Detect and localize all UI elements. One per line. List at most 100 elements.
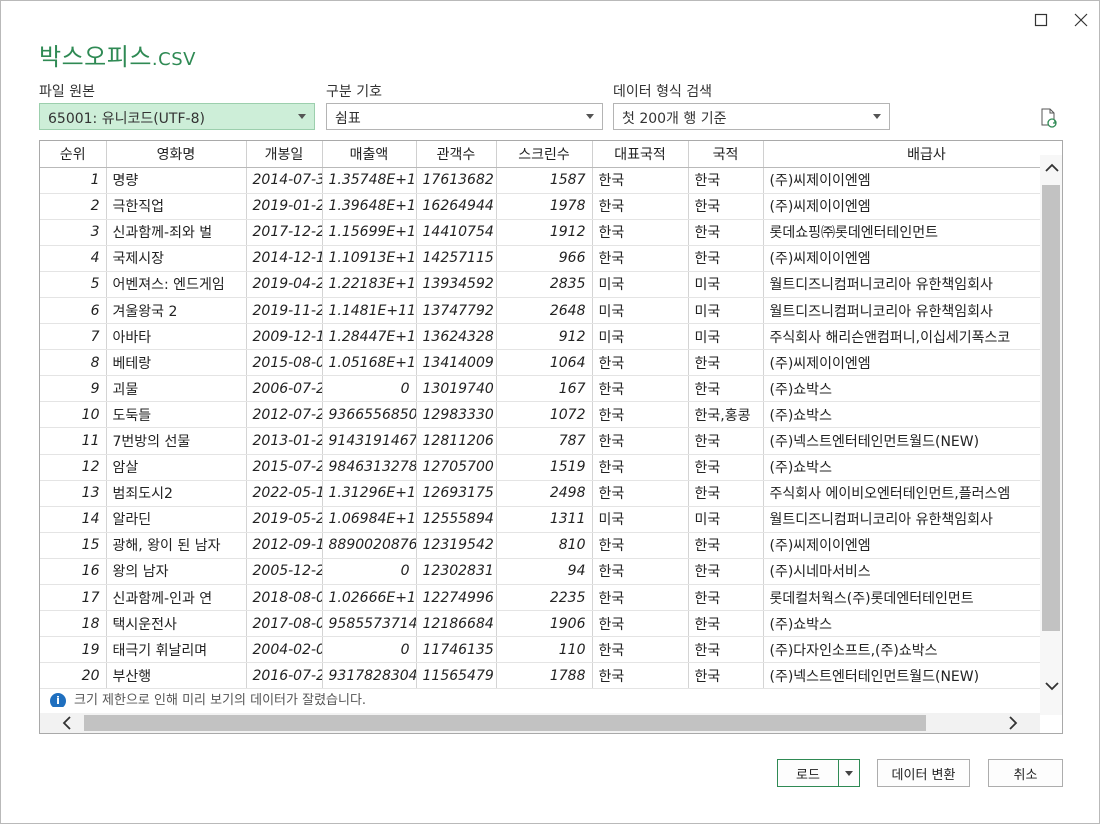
- table-cell: 1519: [496, 454, 593, 481]
- table-cell: 태극기 휘날리며: [106, 636, 247, 664]
- table-cell: 91431914670: [322, 427, 417, 455]
- table-cell: 0: [322, 375, 417, 403]
- table-cell: 국제시장: [106, 245, 247, 272]
- table-cell: 12319542: [416, 532, 497, 559]
- table-row: 2극한직업2019-01-231.39648E+11162649441978한국…: [40, 193, 1062, 220]
- table-cell: 12811206: [416, 427, 497, 455]
- encoding-select[interactable]: 65001: 유니코드(UTF-8): [39, 103, 315, 130]
- chevron-up-icon[interactable]: [1043, 159, 1061, 177]
- table-cell: 2235: [496, 584, 593, 612]
- table-cell: 13747792: [416, 297, 497, 325]
- column-header[interactable]: 영화명: [106, 141, 247, 168]
- table-cell: 5: [40, 271, 107, 298]
- table-row: 9괴물2006-07-27013019740167한국한국(주)쇼박스: [40, 375, 1062, 403]
- chevron-down-icon: [586, 114, 594, 119]
- vertical-scroll-thumb[interactable]: [1042, 185, 1060, 631]
- table-cell: 한국: [688, 193, 764, 220]
- table-cell: 아바타: [106, 323, 247, 351]
- table-cell: 2019-11-21: [246, 297, 323, 325]
- table-cell: 93665568500: [322, 401, 417, 429]
- table-cell: 한국: [688, 636, 764, 664]
- table-cell: 2022-05-18: [246, 480, 323, 507]
- table-cell: 2014-07-30: [246, 167, 323, 194]
- table-cell: 2017-12-20: [246, 219, 323, 246]
- table-cell: 2016-07-20: [246, 662, 323, 690]
- column-header[interactable]: 순위: [40, 141, 107, 168]
- close-button[interactable]: [1067, 7, 1095, 33]
- table-cell: 한국: [688, 219, 764, 246]
- delimiter-select[interactable]: 쉼표: [326, 103, 603, 130]
- table-cell: 2: [40, 193, 107, 220]
- column-header[interactable]: 국적: [688, 141, 764, 168]
- table-cell: 1912: [496, 219, 593, 246]
- table-cell: 20: [40, 662, 107, 690]
- encoding-label: 파일 원본: [39, 84, 95, 100]
- table-cell: (주)쇼박스: [763, 375, 1062, 403]
- table-cell: 17: [40, 584, 107, 612]
- cancel-button[interactable]: 취소: [988, 759, 1063, 787]
- table-cell: 6: [40, 297, 107, 325]
- column-header[interactable]: 스크린수: [496, 141, 593, 168]
- table-cell: 미국: [592, 271, 689, 298]
- refresh-button[interactable]: [1037, 107, 1059, 129]
- table-cell: 한국: [688, 167, 764, 194]
- import-dialog: 박스오피스.CSV 파일 원본 65001: 유니코드(UTF-8) 구분 기호…: [0, 0, 1100, 824]
- vertical-scrollbar[interactable]: [1040, 155, 1062, 715]
- table-cell: 1.10913E+11: [322, 245, 417, 272]
- table-row: 5어벤져스: 엔드게임2019-04-241.22183E+1113934592…: [40, 271, 1062, 298]
- table-cell: 13: [40, 480, 107, 507]
- table-cell: 월트디즈니컴퍼니코리아 유한책임회사: [763, 271, 1062, 298]
- table-cell: 한국: [688, 584, 764, 612]
- table-cell: 롯데쇼핑㈜롯데엔터테인먼트: [763, 219, 1062, 246]
- table-cell: 극한직업: [106, 193, 247, 220]
- table-cell: 한국: [592, 193, 689, 220]
- table-cell: 한국: [592, 245, 689, 272]
- table-cell: 14: [40, 506, 107, 533]
- table-cell: 한국: [592, 349, 689, 377]
- column-header[interactable]: 관객수: [416, 141, 497, 168]
- horizontal-scrollbar[interactable]: [40, 713, 1040, 733]
- table-cell: 12705700: [416, 454, 497, 481]
- table-cell: (주)씨제이이엔엠: [763, 193, 1062, 220]
- column-header[interactable]: 개봉일: [246, 141, 323, 168]
- table-cell: 신과함께-죄와 벌: [106, 219, 247, 246]
- table-cell: 한국: [688, 349, 764, 377]
- column-header[interactable]: 배급사: [763, 141, 1062, 168]
- table-cell: 한국: [592, 454, 689, 481]
- table-cell: 810: [496, 532, 593, 559]
- maximize-button[interactable]: [1027, 7, 1055, 33]
- table-cell: 9: [40, 375, 107, 403]
- chevron-left-icon[interactable]: [58, 714, 76, 732]
- load-button[interactable]: 로드: [777, 759, 839, 787]
- preview-grid: 순위영화명개봉일매출액관객수스크린수대표국적국적배급사 1명량2014-07-3…: [39, 140, 1063, 734]
- column-header[interactable]: 대표국적: [592, 141, 689, 168]
- column-header[interactable]: 매출액: [322, 141, 417, 168]
- table-cell: 미국: [688, 297, 764, 325]
- table-cell: 3: [40, 219, 107, 246]
- chevron-right-icon[interactable]: [1004, 714, 1022, 732]
- table-cell: 14410754: [416, 219, 497, 246]
- table-cell: (주)씨제이이엔엠: [763, 532, 1062, 559]
- transform-data-button[interactable]: 데이터 변환: [877, 759, 970, 787]
- table-cell: 택시운전사: [106, 610, 247, 638]
- chevron-down-icon: [873, 114, 881, 119]
- horizontal-scroll-thumb[interactable]: [84, 715, 926, 731]
- table-cell: 2014-12-17: [246, 245, 323, 272]
- table-row: 6겨울왕국 22019-11-211.1481E+11137477922648미…: [40, 297, 1062, 325]
- load-options-button[interactable]: [838, 759, 860, 787]
- table-cell: 1.35748E+11: [322, 167, 417, 194]
- table-cell: 1587: [496, 167, 593, 194]
- table-cell: 한국: [592, 167, 689, 194]
- table-cell: 베테랑: [106, 349, 247, 377]
- table-cell: 도둑들: [106, 401, 247, 429]
- chevron-down-icon[interactable]: [1043, 677, 1061, 695]
- table-row: 4국제시장2014-12-171.10913E+1114257115966한국한…: [40, 245, 1062, 272]
- table-cell: 1072: [496, 401, 593, 429]
- table-cell: 18: [40, 610, 107, 638]
- file-extension: .CSV: [151, 49, 196, 70]
- data-type-detection-select[interactable]: 첫 200개 행 기준: [613, 103, 890, 130]
- table-cell: 미국: [592, 506, 689, 533]
- table-cell: 8: [40, 349, 107, 377]
- table-cell: 12693175: [416, 480, 497, 507]
- table-cell: (주)다자인소프트,(주)쇼박스: [763, 636, 1062, 664]
